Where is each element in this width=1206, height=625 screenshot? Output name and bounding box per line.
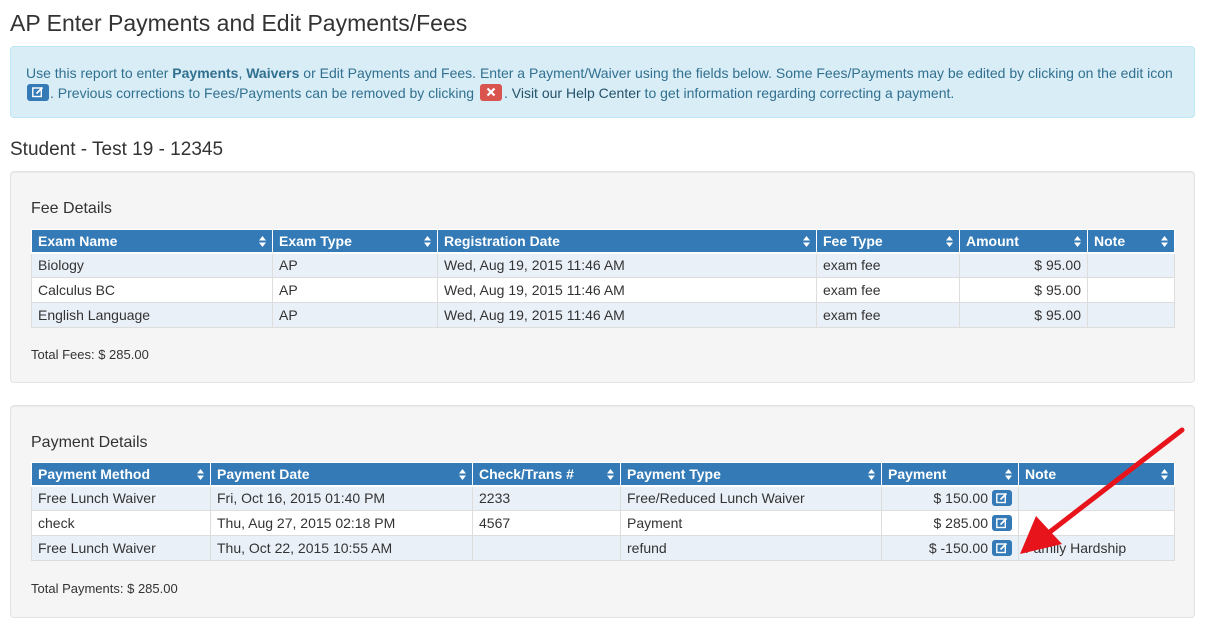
sort-icon bbox=[607, 469, 614, 480]
sort-icon bbox=[803, 236, 810, 247]
payment-details-title: Payment Details bbox=[31, 434, 148, 451]
cell-payment-method: Free Lunch Waiver bbox=[31, 535, 211, 561]
cell-note bbox=[1087, 252, 1175, 278]
cell-payment: $ 150.00 bbox=[881, 485, 1019, 511]
student-title: Student - Test 19 - 12345 bbox=[10, 139, 224, 160]
total-payments: Total Payments: $ 285.00 bbox=[31, 581, 178, 596]
payment-header-row: Payment Method Payment Date Check/Trans … bbox=[31, 462, 1175, 487]
cell-exam-type: AP bbox=[272, 302, 438, 328]
cell-fee-type: exam fee bbox=[816, 277, 960, 303]
cell-amount: $ 95.00 bbox=[959, 277, 1088, 303]
info-bold-waivers: Waivers bbox=[246, 65, 300, 81]
cell-fee-type: exam fee bbox=[816, 252, 960, 278]
col-header-fee-type[interactable]: Fee Type bbox=[816, 229, 960, 254]
col-header-payment[interactable]: Payment bbox=[881, 462, 1019, 487]
edit-icon bbox=[27, 84, 49, 101]
edit-icon[interactable] bbox=[992, 490, 1012, 507]
help-center-link[interactable]: Visit our Help Center bbox=[512, 85, 641, 101]
col-header-amount[interactable]: Amount bbox=[959, 229, 1088, 254]
sort-icon bbox=[459, 469, 466, 480]
info-text: . Previous corrections to Fees/Payments … bbox=[50, 85, 478, 101]
sort-icon bbox=[946, 236, 953, 247]
col-header-payment-method[interactable]: Payment Method bbox=[31, 462, 211, 487]
payment-amount: $ 285.00 bbox=[933, 515, 989, 531]
sort-icon bbox=[259, 236, 266, 247]
fee-details-title: Fee Details bbox=[31, 200, 112, 217]
sort-icon bbox=[1005, 469, 1012, 480]
cell-note bbox=[1018, 485, 1175, 511]
cell-exam-name: English Language bbox=[31, 302, 273, 328]
col-header-exam-name[interactable]: Exam Name bbox=[31, 229, 273, 254]
payment-table: Payment Method Payment Date Check/Trans … bbox=[31, 462, 1175, 561]
sort-icon bbox=[197, 469, 204, 480]
cell-payment-method: Free Lunch Waiver bbox=[31, 485, 211, 511]
sort-icon bbox=[1161, 469, 1168, 480]
cell-note bbox=[1018, 510, 1175, 536]
edit-icon[interactable] bbox=[992, 515, 1012, 531]
cell-payment: $ -150.00 bbox=[881, 535, 1019, 561]
page-title: AP Enter Payments and Edit Payments/Fees bbox=[10, 10, 468, 36]
fee-header-row: Exam Name Exam Type Registration Date Fe… bbox=[31, 229, 1175, 254]
cell-payment-method: check bbox=[31, 510, 211, 536]
info-text: or Edit Payments and Fees. Enter a Payme… bbox=[299, 65, 1173, 81]
cell-note bbox=[1087, 302, 1175, 328]
delete-icon bbox=[479, 84, 502, 101]
col-header-exam-type[interactable]: Exam Type bbox=[272, 229, 438, 254]
cell-registration-date: Wed, Aug 19, 2015 11:46 AM bbox=[437, 277, 817, 303]
sort-icon bbox=[424, 236, 431, 247]
cell-exam-name: Calculus BC bbox=[31, 277, 273, 303]
table-row: check Thu, Aug 27, 2015 02:18 PM 4567 Pa… bbox=[31, 510, 1175, 536]
col-header-payment-date[interactable]: Payment Date bbox=[210, 462, 473, 487]
cell-check-trans: 4567 bbox=[472, 510, 621, 536]
cell-payment-date: Thu, Oct 22, 2015 10:55 AM bbox=[210, 535, 473, 561]
cell-fee-type: exam fee bbox=[816, 302, 960, 328]
table-row: English Language AP Wed, Aug 19, 2015 11… bbox=[31, 302, 1175, 328]
cell-payment-type: refund bbox=[620, 535, 882, 561]
cell-payment-type: Free/Reduced Lunch Waiver bbox=[620, 485, 882, 511]
payment-amount: $ 150.00 bbox=[933, 490, 989, 507]
cell-payment: $ 285.00 bbox=[881, 510, 1019, 536]
fee-details-panel: Fee Details Exam Name Exam Type Registra… bbox=[10, 171, 1195, 383]
payment-details-panel: Payment Details Payment Method Payment D… bbox=[10, 405, 1195, 618]
info-text: Use this report to enter bbox=[26, 65, 173, 81]
info-text: to get information regarding correcting … bbox=[640, 85, 955, 101]
edit-icon[interactable] bbox=[992, 540, 1012, 556]
fee-table: Exam Name Exam Type Registration Date Fe… bbox=[31, 229, 1175, 328]
info-bold-payments: Payments bbox=[172, 65, 239, 81]
cell-registration-date: Wed, Aug 19, 2015 11:46 AM bbox=[437, 252, 817, 278]
cell-payment-type: Payment bbox=[620, 510, 882, 536]
cell-registration-date: Wed, Aug 19, 2015 11:46 AM bbox=[437, 302, 817, 328]
col-header-payment-type[interactable]: Payment Type bbox=[620, 462, 882, 487]
info-text: . bbox=[503, 85, 512, 101]
cell-check-trans: 2233 bbox=[472, 485, 621, 511]
col-header-registration-date[interactable]: Registration Date bbox=[437, 229, 817, 254]
cell-payment-date: Fri, Oct 16, 2015 01:40 PM bbox=[210, 485, 473, 511]
col-header-note[interactable]: Note bbox=[1087, 229, 1175, 254]
cell-exam-type: AP bbox=[272, 277, 438, 303]
sort-icon bbox=[1074, 236, 1081, 247]
sort-icon bbox=[1161, 236, 1168, 247]
table-row: Biology AP Wed, Aug 19, 2015 11:46 AM ex… bbox=[31, 252, 1175, 278]
total-fees: Total Fees: $ 285.00 bbox=[31, 347, 149, 362]
cell-note: Family Hardship bbox=[1018, 535, 1175, 561]
table-row: Calculus BC AP Wed, Aug 19, 2015 11:46 A… bbox=[31, 277, 1175, 303]
cell-exam-type: AP bbox=[272, 252, 438, 278]
cell-check-trans bbox=[472, 535, 621, 561]
table-row: Free Lunch Waiver Thu, Oct 22, 2015 10:5… bbox=[31, 535, 1175, 561]
cell-payment-date: Thu, Aug 27, 2015 02:18 PM bbox=[210, 510, 473, 536]
cell-amount: $ 95.00 bbox=[959, 252, 1088, 278]
col-header-check-trans[interactable]: Check/Trans # bbox=[472, 462, 621, 487]
sort-icon bbox=[868, 469, 875, 480]
info-alert: Use this report to enter Payments, Waive… bbox=[10, 46, 1195, 118]
cell-note bbox=[1087, 277, 1175, 303]
cell-amount: $ 95.00 bbox=[959, 302, 1088, 328]
col-header-note[interactable]: Note bbox=[1018, 462, 1175, 487]
cell-exam-name: Biology bbox=[31, 252, 273, 278]
payment-amount: $ -150.00 bbox=[928, 540, 988, 556]
table-row: Free Lunch Waiver Fri, Oct 16, 2015 01:4… bbox=[31, 485, 1175, 511]
